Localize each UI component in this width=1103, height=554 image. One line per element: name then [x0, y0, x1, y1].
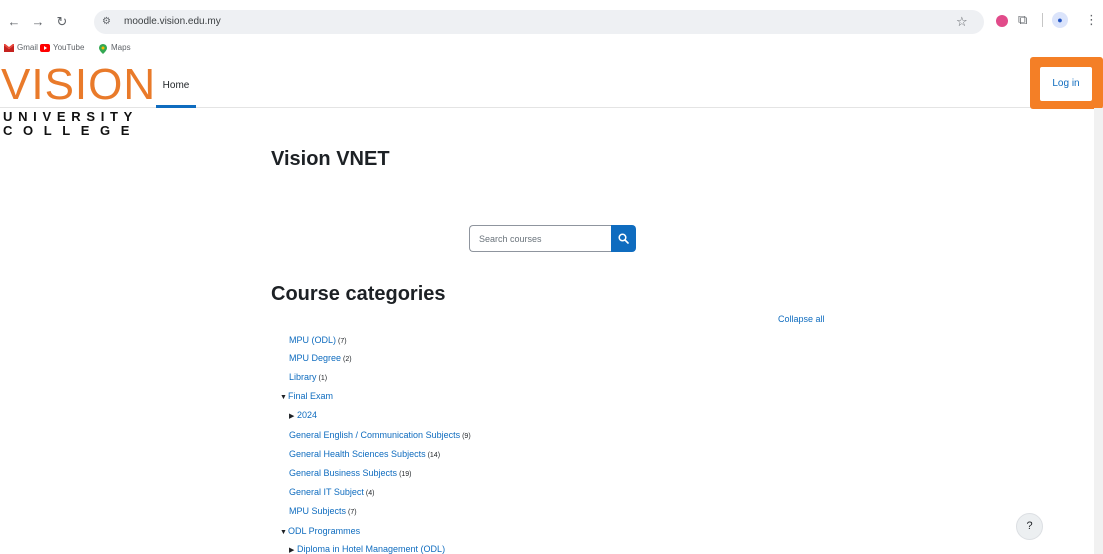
bookmarks-bar: Gmail YouTube Maps	[0, 40, 400, 58]
extension-icon[interactable]	[996, 15, 1008, 27]
course-categories-heading: Course categories	[271, 283, 446, 305]
course-search	[469, 225, 636, 252]
category-item[interactable]: General English / Communication Subjects…	[289, 429, 471, 443]
site-header: VISION UNIVERSITY COLLEGE Home Log in	[0, 57, 1103, 138]
url-text[interactable]: moodle.vision.edu.my	[124, 15, 221, 29]
bookmark-youtube[interactable]: YouTube	[40, 42, 84, 54]
bookmark-maps[interactable]: Maps	[98, 42, 131, 54]
help-button[interactable]: ?	[1016, 513, 1043, 540]
profile-avatar-icon[interactable]: ●	[1052, 12, 1068, 28]
bookmark-star-icon[interactable]: ☆	[956, 14, 968, 30]
toolbar-divider	[1042, 13, 1043, 27]
gmail-icon	[3, 43, 15, 52]
login-link[interactable]: Log in	[1040, 67, 1092, 101]
reload-icon[interactable]: ↻	[54, 14, 70, 30]
vision-logo[interactable]: VISION UNIVERSITY COLLEGE	[0, 63, 155, 141]
caret-down-icon[interactable]: ▼	[280, 392, 288, 404]
page-scrollbar[interactable]	[1094, 108, 1103, 554]
forward-icon[interactable]: →	[30, 14, 46, 30]
search-icon	[618, 233, 629, 244]
category-item[interactable]: MPU Degree (2)	[289, 352, 352, 366]
browser-menu-icon[interactable]: ⋮	[1085, 12, 1098, 28]
logo-wordmark: VISION	[1, 60, 157, 109]
caret-right-icon[interactable]: ▶	[289, 411, 297, 423]
page-title: Vision VNET	[271, 148, 390, 170]
logo-line-university: UNIVERSITY	[3, 109, 139, 124]
logo-line-college: COLLEGE	[3, 123, 141, 138]
category-item[interactable]: General Business Subjects (19)	[289, 467, 412, 481]
category-item-collapsed[interactable]: ▶ 2024	[289, 409, 317, 423]
login-box: Log in	[1040, 67, 1092, 101]
category-item[interactable]: General Health Sciences Subjects (14)	[289, 448, 440, 462]
back-icon[interactable]: ←	[6, 14, 22, 30]
extensions-puzzle-icon[interactable]: ⧉	[1018, 12, 1032, 28]
category-item[interactable]: General IT Subject (4)	[289, 486, 374, 500]
youtube-icon	[40, 44, 50, 52]
category-item[interactable]: Library (1)	[289, 371, 327, 385]
category-item[interactable]: MPU (ODL) (7)	[289, 334, 347, 348]
address-bar[interactable]: ⚙ moodle.vision.edu.my ☆	[94, 10, 984, 34]
bookmark-gmail[interactable]: Gmail	[3, 42, 38, 54]
site-info-icon[interactable]: ⚙	[102, 15, 111, 29]
collapse-all-link[interactable]: Collapse all	[778, 313, 825, 325]
category-item-expanded[interactable]: ▼ODL Programmes	[280, 525, 360, 539]
search-input[interactable]	[469, 225, 612, 252]
nav-tab-home[interactable]: Home	[156, 60, 196, 108]
category-item-expanded[interactable]: ▼Final Exam	[280, 390, 333, 404]
maps-icon	[98, 44, 108, 54]
caret-down-icon[interactable]: ▼	[280, 527, 288, 539]
caret-right-icon[interactable]: ▶	[289, 545, 297, 554]
browser-chrome: ← → ↻ ⚙ moodle.vision.edu.my ☆ ⧉ ● ⋮ Gma…	[0, 0, 1103, 60]
search-button[interactable]	[611, 225, 636, 252]
category-item-collapsed[interactable]: ▶ Diploma in Hotel Management (ODL)	[289, 543, 445, 554]
category-item[interactable]: MPU Subjects (7)	[289, 505, 357, 519]
